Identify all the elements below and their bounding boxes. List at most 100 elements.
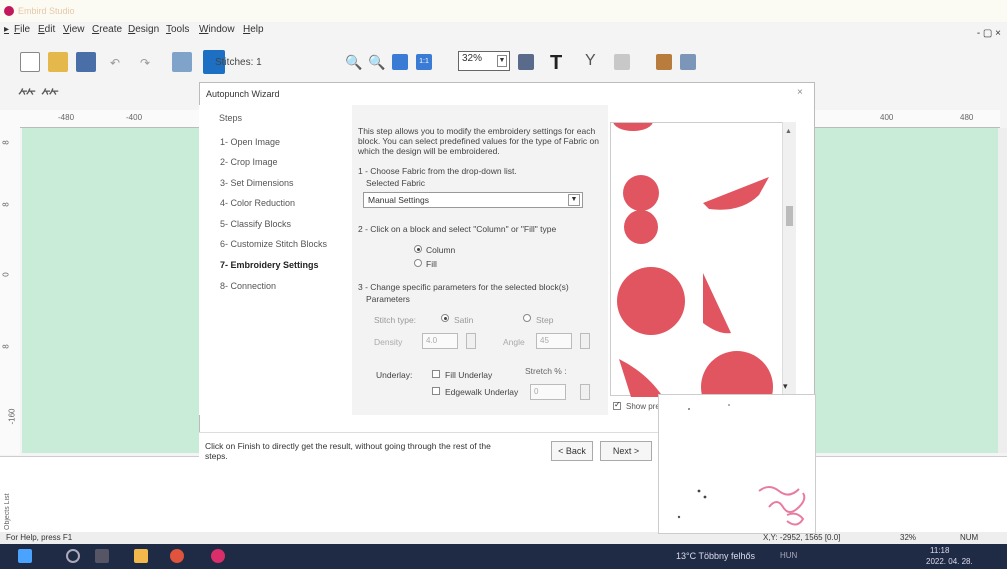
stitch-tool-2-icon[interactable]: ⺮ bbox=[41, 88, 59, 108]
menu-view[interactable]: View bbox=[63, 24, 85, 35]
menu-edit[interactable]: Edit bbox=[38, 24, 55, 35]
fill-underlay-label: Fill Underlay bbox=[445, 370, 493, 380]
density-label: Density bbox=[374, 337, 403, 347]
clock-date[interactable]: 2022. 04. 28. bbox=[926, 557, 973, 566]
open-folder-icon[interactable] bbox=[48, 52, 68, 72]
weather-widget[interactable]: 13°C Többny felhős bbox=[676, 551, 755, 561]
step-radio[interactable] bbox=[523, 314, 531, 322]
menu-help[interactable]: Help bbox=[243, 24, 264, 35]
menu-system-icon[interactable]: ▸ bbox=[4, 24, 9, 35]
stitch-type-label: Stitch type: bbox=[374, 315, 417, 325]
satin-radio[interactable] bbox=[441, 314, 449, 322]
redo-icon[interactable]: ↷ bbox=[140, 56, 152, 70]
design-thumbnail-popup bbox=[658, 394, 816, 534]
layout-icon[interactable] bbox=[614, 54, 630, 70]
block-preview[interactable] bbox=[610, 111, 796, 423]
density-spinner[interactable] bbox=[466, 333, 476, 349]
vertical-ruler: 8 8 0 8 -160 bbox=[0, 110, 20, 455]
zoom-in-icon[interactable]: 🔍 bbox=[345, 54, 362, 70]
signature-swash bbox=[758, 486, 806, 513]
clock-time[interactable]: 11:18 bbox=[930, 546, 949, 555]
next-button[interactable]: Next > bbox=[600, 441, 652, 461]
taskbar bbox=[0, 544, 1007, 569]
wand-icon[interactable] bbox=[172, 52, 192, 72]
start-icon[interactable] bbox=[18, 549, 32, 563]
zoom-value: 32% bbox=[462, 53, 483, 64]
fill-radio[interactable] bbox=[414, 259, 422, 267]
chevron-down-icon[interactable]: ▼ bbox=[497, 55, 507, 67]
stretch-label: Stretch % : bbox=[525, 366, 567, 376]
close-icon[interactable]: × bbox=[797, 87, 803, 98]
zoom-1to1-icon[interactable]: 1:1 bbox=[416, 54, 432, 70]
menu-window[interactable]: Window bbox=[199, 24, 235, 35]
angle-spinner[interactable] bbox=[580, 333, 590, 349]
search-icon[interactable] bbox=[66, 549, 80, 563]
task-view-icon[interactable] bbox=[95, 549, 109, 563]
monogram-icon[interactable]: Y bbox=[585, 52, 601, 70]
status-help-text: For Help, press F1 bbox=[6, 533, 73, 542]
stretch-input[interactable]: 0 bbox=[530, 384, 566, 400]
zoom-out-icon[interactable]: 🔍 bbox=[368, 54, 385, 70]
preview-block bbox=[703, 273, 731, 334]
show-preview-checkbox[interactable] bbox=[613, 400, 621, 410]
density-input[interactable]: 4.0 bbox=[422, 333, 458, 349]
show-preview-label: Show pre bbox=[626, 402, 660, 411]
satin-label: Satin bbox=[454, 315, 474, 325]
preview-block bbox=[613, 111, 653, 131]
new-file-icon[interactable] bbox=[20, 52, 40, 72]
chevron-down-icon[interactable]: ▾ bbox=[783, 381, 788, 392]
step-crop-image: 2- Crop Image bbox=[220, 157, 278, 167]
ruler-tick: 8 bbox=[1, 344, 11, 349]
ruler-tick: 400 bbox=[880, 113, 894, 122]
step2-instruction: 2 - Click on a block and select "Column"… bbox=[358, 224, 557, 234]
chevron-up-icon[interactable]: ▲ bbox=[785, 128, 792, 135]
step-label: Step bbox=[536, 315, 554, 325]
stitch-tool-icon[interactable]: ⺮ bbox=[18, 88, 36, 108]
canvas-scrollbar[interactable] bbox=[998, 128, 1007, 453]
thumbnail-dot bbox=[697, 489, 701, 493]
preview-shapes bbox=[613, 111, 773, 423]
stretch-spinner[interactable] bbox=[580, 384, 590, 400]
step3-instruction: 3 - Change specific parameters for the s… bbox=[358, 282, 569, 292]
selected-fabric-label: Selected Fabric bbox=[366, 178, 426, 188]
house-icon[interactable] bbox=[656, 54, 672, 70]
menu-create[interactable]: Create bbox=[92, 24, 122, 35]
stitches-count: Stitches: 1 bbox=[215, 57, 262, 68]
file-explorer-icon[interactable] bbox=[134, 549, 148, 563]
edgewalk-underlay-checkbox[interactable] bbox=[432, 387, 440, 395]
fabric-select[interactable]: Manual Settings ▼ bbox=[363, 192, 583, 208]
secondary-toolbar: ⺮ ⺮ bbox=[18, 84, 59, 110]
menu-tools[interactable]: Tools bbox=[166, 24, 189, 35]
zoom-fit-icon[interactable] bbox=[392, 54, 408, 70]
chrome-icon[interactable] bbox=[170, 549, 184, 563]
fill-underlay-checkbox[interactable] bbox=[432, 370, 440, 378]
angle-input[interactable]: 45 bbox=[536, 333, 572, 349]
hoop-icon[interactable] bbox=[518, 54, 534, 70]
menu-file[interactable]: File bbox=[14, 24, 30, 35]
preview-scrollbar[interactable]: ▲ bbox=[782, 122, 796, 396]
column-radio[interactable] bbox=[414, 245, 422, 253]
step-open-image: 1- Open Image bbox=[220, 137, 281, 147]
chevron-down-icon[interactable]: ▼ bbox=[568, 194, 580, 206]
back-button[interactable]: < Back bbox=[551, 441, 593, 461]
menu-bar: ▸ File Edit View Create Design Tools Win… bbox=[0, 24, 1007, 40]
embird-taskbar-icon[interactable] bbox=[211, 549, 225, 563]
zoom-select[interactable]: 32% ▼ bbox=[458, 51, 510, 71]
ruler-tick: -400 bbox=[126, 113, 143, 122]
wizard-tool-icon[interactable] bbox=[680, 54, 696, 70]
status-bar bbox=[0, 532, 1007, 544]
text-tool-icon[interactable]: T bbox=[550, 52, 568, 74]
preview-block bbox=[619, 359, 663, 397]
preview-block bbox=[624, 210, 658, 244]
undo-icon[interactable]: ↶ bbox=[110, 56, 122, 70]
title-bar bbox=[0, 0, 1007, 22]
objects-list-tab[interactable]: Objects List bbox=[4, 470, 16, 530]
save-icon[interactable] bbox=[76, 52, 96, 72]
language-indicator[interactable]: HUN bbox=[780, 551, 797, 560]
fabric-select-value: Manual Settings bbox=[368, 195, 429, 205]
status-zoom: 32% bbox=[900, 533, 917, 542]
thumbnail-dot bbox=[688, 408, 690, 410]
scroll-thumb[interactable] bbox=[786, 206, 793, 226]
menu-design[interactable]: Design bbox=[128, 24, 159, 35]
underlay-label: Underlay: bbox=[376, 370, 413, 380]
